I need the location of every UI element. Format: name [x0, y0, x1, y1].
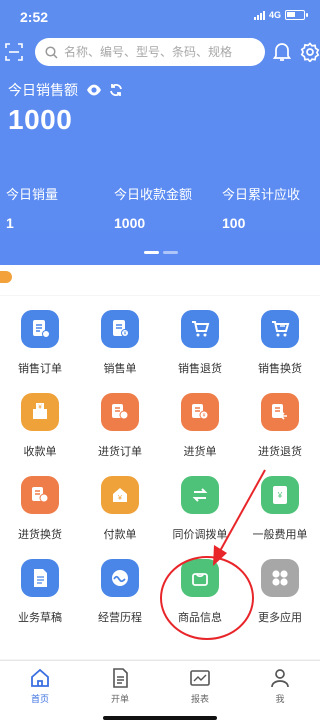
search-row: [0, 38, 320, 66]
receipt-icon: ¥: [21, 393, 59, 431]
tab-label: 首页: [30, 694, 49, 704]
bell-icon[interactable]: [273, 42, 291, 62]
svg-text:¥: ¥: [118, 495, 122, 502]
app-label: 销售换货: [258, 363, 302, 375]
home-indicator: [103, 716, 217, 720]
signal-icon: [253, 10, 265, 20]
sales-summary-panel: 2:52 4G 今日销售额: [0, 0, 320, 265]
scan-icon[interactable]: [5, 43, 23, 61]
notice-bar[interactable]: [0, 265, 320, 295]
sales-title-row: 今日销售额: [8, 80, 123, 100]
app-purchase-order[interactable]: 进货订单: [80, 393, 160, 459]
app-sales-return[interactable]: 销售退货: [160, 310, 240, 376]
product-bag-icon: [181, 559, 219, 597]
app-sales-exchange[interactable]: 销售换货: [240, 310, 320, 376]
app-receipt[interactable]: ¥ 收款单: [0, 393, 80, 459]
metric-value: 1000: [114, 215, 146, 231]
speaker-icon: [0, 271, 12, 283]
app-draft[interactable]: 业务草稿: [0, 559, 80, 625]
transfer-icon: [181, 476, 219, 514]
app-grid: 销售订单 ¥ 销售单 销售退货 销售换货 ¥ 收款单 进货订单 ¥ 进货单 进货退货进货换货 ¥ 付款单…: [0, 296, 320, 659]
payment-icon: ¥: [101, 476, 139, 514]
carousel-indicator: [144, 251, 178, 254]
app-label: 进货订单: [98, 446, 142, 458]
tab-label: 我: [275, 694, 285, 704]
app-purchase-exchange[interactable]: 进货换货: [0, 476, 80, 542]
app-sales-order[interactable]: 销售订单: [0, 310, 80, 376]
app-sales-invoice[interactable]: ¥ 销售单: [80, 310, 160, 376]
status-time: 2:52: [20, 9, 49, 25]
expense-icon: ¥: [261, 476, 299, 514]
document-icon: [113, 668, 128, 688]
app-purchase-invoice[interactable]: ¥ 进货单: [160, 393, 240, 459]
svg-text:¥: ¥: [277, 491, 283, 500]
app-label: 付款单: [103, 529, 137, 541]
purchase-return-icon: [261, 393, 299, 431]
tab-home[interactable]: 首页: [0, 667, 80, 705]
app-history[interactable]: 经营历程: [80, 559, 160, 625]
tab-user[interactable]: 我: [240, 667, 320, 705]
svg-text:¥: ¥: [203, 413, 206, 419]
sales-value: 1000: [8, 104, 73, 135]
chart-icon: [190, 670, 210, 686]
search-input[interactable]: [64, 45, 254, 59]
battery-icon: [285, 10, 305, 20]
sales-invoice-icon: ¥: [101, 310, 139, 348]
tab-chart[interactable]: 报表: [160, 667, 240, 705]
metric-received-amount: 今日收款金额 1000: [114, 184, 192, 231]
sales-title: 今日销售额: [8, 82, 78, 98]
metric-receivable: 今日累计应收 100: [222, 184, 300, 231]
app-label: 一般费用单: [252, 529, 308, 541]
app-label: 销售订单: [18, 363, 62, 375]
user-icon: [271, 669, 289, 688]
tab-label: 开单: [110, 694, 129, 704]
sales-order-icon: [21, 310, 59, 348]
app-label: 进货换货: [18, 529, 62, 541]
sales-exchange-icon: [261, 310, 299, 348]
tab-document[interactable]: 开单: [80, 667, 160, 705]
purchase-invoice-icon: ¥: [181, 393, 219, 431]
network-type: 4G: [268, 10, 281, 20]
app-label: 商品信息: [178, 612, 222, 624]
eye-icon[interactable]: [86, 83, 102, 97]
history-icon: [101, 559, 139, 597]
search-bar[interactable]: [35, 38, 265, 66]
app-product-bag[interactable]: 商品信息: [160, 559, 240, 625]
app-label: 销售单: [103, 363, 137, 375]
app-purchase-return[interactable]: 进货退货: [240, 393, 320, 459]
app-transfer[interactable]: 同价调拨单: [160, 476, 240, 542]
app-label: 收款单: [23, 446, 57, 458]
purchase-order-icon: [101, 393, 139, 431]
app-label: 进货单: [183, 446, 217, 458]
app-label: 业务草稿: [18, 612, 62, 624]
gear-icon[interactable]: [300, 42, 320, 62]
search-icon: [45, 45, 58, 59]
status-indicators: 4G: [253, 10, 308, 20]
app-label: 同价调拨单: [172, 529, 228, 541]
tab-label: 报表: [190, 694, 209, 704]
app-payment[interactable]: ¥ 付款单: [80, 476, 160, 542]
purchase-exchange-icon: [21, 476, 59, 514]
app-label: 经营历程: [98, 612, 142, 624]
app-label: 销售退货: [178, 363, 222, 375]
metric-sales-volume: 今日销量 1: [6, 184, 58, 231]
refresh-icon[interactable]: [109, 83, 123, 97]
app-label: 更多应用: [258, 612, 302, 624]
metric-value: 1: [6, 215, 14, 231]
metric-label: 今日累计应收: [222, 187, 301, 202]
metric-label: 今日收款金额: [114, 187, 193, 202]
sales-return-icon: [181, 310, 219, 348]
svg-text:¥: ¥: [124, 331, 127, 337]
metric-label: 今日销量: [6, 187, 59, 202]
draft-icon: [21, 559, 59, 597]
metric-value: 100: [222, 215, 246, 231]
app-more-apps[interactable]: 更多应用: [240, 559, 320, 625]
home-icon: [31, 668, 49, 687]
more-apps-icon: [261, 559, 299, 597]
status-bar: 2:52 4G: [0, 0, 320, 34]
app-label: 进货退货: [258, 446, 302, 458]
app-expense[interactable]: ¥ 一般费用单: [240, 476, 320, 542]
